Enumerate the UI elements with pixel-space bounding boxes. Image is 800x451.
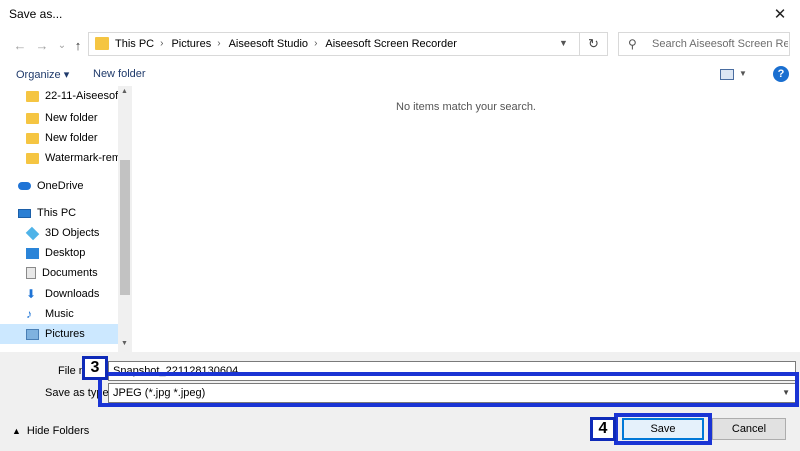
sidebar-item-music[interactable]: ♪ Music	[26, 304, 118, 324]
sidebar-item-this-pc[interactable]: This PC	[18, 203, 118, 223]
search-placeholder: Search Aiseesoft Screen Rec...	[652, 38, 788, 50]
sidebar-item-label: This PC	[37, 207, 77, 219]
help-icon[interactable]: ?	[773, 66, 789, 82]
sidebar-item-new-folder-2[interactable]: New folder	[26, 128, 118, 148]
view-options-icon[interactable]	[720, 69, 734, 80]
chevron-up-icon: ▲	[12, 426, 21, 436]
file-list[interactable]: No items match your search.	[132, 86, 800, 352]
cube-icon	[25, 226, 40, 240]
back-arrow-icon[interactable]: ←	[12, 37, 28, 53]
sidebar-item-label: Documents	[42, 267, 98, 279]
annotation-highlight-step3	[98, 372, 799, 407]
scroll-up-icon[interactable]: ▲	[121, 88, 128, 95]
sidebar-item-pictures[interactable]: Pictures	[0, 324, 118, 344]
breadcrumb: This PC › Pictures › Aiseesoft Studio › Ais…	[113, 38, 459, 50]
search-input[interactable]: ⚲ Search Aiseesoft Screen Rec...	[618, 32, 790, 56]
sidebar-item-label: Music	[45, 308, 74, 320]
folder-icon	[95, 37, 109, 50]
refresh-icon[interactable]: ↻	[579, 33, 607, 55]
sidebar-item-label: 3D Objects	[45, 227, 100, 239]
folder-icon	[26, 132, 39, 144]
empty-message: No items match your search.	[396, 101, 536, 113]
address-bar[interactable]: This PC › Pictures › Aiseesoft Studio › Ais…	[88, 32, 608, 56]
folder-icon	[26, 152, 39, 164]
command-bar: Organize ▾ New folder ▼ ?	[0, 64, 800, 86]
sidebar-item-label: Pictures	[45, 328, 85, 340]
sidebar-item-label: New folder	[45, 112, 98, 124]
chevron-right-icon: ›	[314, 38, 318, 49]
sidebar-item-watermark[interactable]: Watermark-remo	[26, 148, 127, 168]
chevron-right-icon: ›	[217, 38, 221, 49]
sidebar-item-label: Downloads	[45, 288, 100, 300]
scrollbar-thumb[interactable]	[120, 160, 130, 295]
sidebar-item-3d-objects[interactable]: 3D Objects	[25, 223, 118, 243]
title-bar: Save as... ✕	[0, 0, 800, 28]
scroll-down-icon[interactable]: ▼	[121, 340, 128, 347]
breadcrumb-aiseesoft-studio[interactable]: Aiseesoft Studio	[227, 38, 311, 50]
up-arrow-icon[interactable]: ↑	[70, 37, 86, 53]
sidebar-item-onedrive[interactable]: OneDrive	[18, 176, 118, 196]
organize-button[interactable]: Organize ▾	[16, 68, 69, 81]
hide-folders-button[interactable]: ▲ Hide Folders	[12, 425, 89, 437]
sidebar-item-desktop[interactable]: Desktop	[26, 243, 118, 263]
sidebar-item-folder-22-11[interactable]: 22-11-Aiseesoft-	[26, 86, 125, 106]
cancel-button[interactable]: Cancel	[712, 418, 786, 440]
download-icon: ⬇	[26, 286, 37, 301]
chevron-right-icon: ›	[160, 38, 164, 49]
music-icon: ♪	[26, 306, 32, 321]
annotation-badge-step3: 3	[82, 356, 108, 380]
breadcrumb-aiseesoft-screen-recorder[interactable]: Aiseesoft Screen Recorder	[323, 38, 458, 50]
sidebar-item-documents[interactable]: Documents	[26, 263, 118, 283]
new-folder-button[interactable]: New folder	[93, 68, 146, 80]
window-title: Save as...	[9, 7, 63, 21]
pictures-icon	[26, 328, 39, 340]
sidebar-item-downloads[interactable]: ⬇ Downloads	[26, 284, 118, 304]
breadcrumb-this-pc[interactable]: This PC	[113, 38, 156, 50]
sidebar-item-label: Desktop	[45, 247, 86, 259]
computer-icon	[18, 208, 31, 218]
sidebar-item-label: Watermark-remo	[45, 152, 128, 164]
breadcrumb-pictures[interactable]: Pictures	[169, 38, 213, 50]
annotation-badge-step4: 4	[590, 417, 616, 441]
chevron-down-icon[interactable]: ▼	[559, 38, 568, 48]
folder-icon	[26, 112, 39, 124]
sidebar-item-label: New folder	[45, 132, 98, 144]
hide-folders-label: Hide Folders	[26, 425, 90, 437]
chevron-down-icon[interactable]: ▼	[739, 69, 747, 78]
cloud-icon	[18, 182, 31, 190]
save-button[interactable]: Save	[622, 418, 704, 440]
navigation-pane: 22-11-Aiseesoft- New folder New folder W…	[0, 86, 132, 352]
save-options-panel: File na Snapshot_221128130604 Save as ty…	[0, 352, 800, 451]
folder-icon	[26, 90, 39, 102]
navigation-scrollbar[interactable]: ▲ ▼	[118, 86, 132, 352]
close-icon[interactable]: ✕	[760, 0, 800, 28]
desktop-icon	[26, 247, 39, 259]
sidebar-item-label: 22-11-Aiseesoft-	[45, 90, 125, 102]
recent-locations-icon[interactable]: ⌄	[54, 37, 70, 53]
document-icon	[26, 267, 36, 279]
navigation-bar: ← → ⌄ ↑ This PC › Pictures › Aiseesoft Stu…	[0, 28, 800, 64]
search-icon: ⚲	[628, 37, 637, 51]
sidebar-item-label: OneDrive	[37, 180, 84, 192]
forward-arrow-icon[interactable]: →	[34, 37, 50, 53]
sidebar-item-new-folder[interactable]: New folder	[26, 108, 118, 128]
